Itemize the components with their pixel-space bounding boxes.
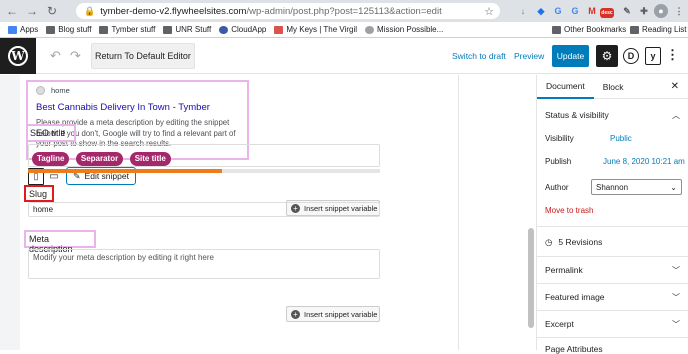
sidebar-divider bbox=[537, 337, 688, 338]
sidebar-divider bbox=[537, 310, 688, 311]
favicon-icon bbox=[36, 86, 45, 95]
wordpress-logo-button[interactable]: W bbox=[0, 37, 36, 74]
bookmark-unr-stuff[interactable]: UNR Stuff bbox=[163, 25, 211, 34]
move-to-trash-link[interactable]: Move to trash bbox=[545, 206, 593, 215]
close-icon[interactable]: ✕ bbox=[671, 81, 679, 92]
author-label: Author bbox=[545, 183, 569, 192]
folder-icon bbox=[46, 25, 56, 34]
chevron-down-icon[interactable]: ﹀ bbox=[672, 265, 680, 276]
editor-scrollbar[interactable] bbox=[528, 228, 534, 328]
meta-insert-variable-button[interactable]: + Insert snippet variable bbox=[286, 306, 380, 322]
seo-title-label: SEO title bbox=[26, 124, 76, 142]
address-bar[interactable]: 🔒 tymber-demo-v2.flywheelsites.com/wp-ad… bbox=[76, 3, 500, 19]
publish-date-link[interactable]: June 8, 2020 10:21 am bbox=[603, 157, 685, 166]
page-attributes-panel-toggle[interactable]: Page Attributes bbox=[545, 344, 603, 354]
featured-image-panel-toggle[interactable]: Featured image bbox=[545, 292, 605, 302]
folder-icon bbox=[99, 25, 109, 34]
browser-toolbar: ← → ↻ 🔒 tymber-demo-v2.flywheelsites.com… bbox=[0, 0, 688, 22]
slug-input[interactable]: home bbox=[28, 202, 380, 217]
visibility-value-link[interactable]: Public bbox=[610, 134, 632, 143]
sidebar-divider bbox=[537, 256, 688, 257]
bookmark-tymber-stuff[interactable]: Tymber stuff bbox=[99, 25, 155, 34]
google-extension-icon-2[interactable]: G bbox=[568, 4, 582, 18]
seo-title-progress-bar bbox=[28, 169, 380, 173]
seo-title-input[interactable]: Tagline Separator Site title bbox=[28, 144, 380, 167]
meta-description-input[interactable]: Modify your meta description by editing … bbox=[28, 249, 380, 279]
profile-avatar[interactable]: ● bbox=[654, 4, 668, 18]
progress-fill bbox=[28, 169, 222, 173]
cloudapp-icon bbox=[219, 25, 229, 34]
url-host: tymber-demo-v2.flywheelsites.com bbox=[100, 5, 247, 17]
bookmark-cloudapp[interactable]: CloudApp bbox=[219, 25, 266, 34]
redo-icon[interactable]: ↷ bbox=[70, 48, 81, 64]
d-plugin-icon[interactable]: D bbox=[623, 48, 639, 64]
tab-document[interactable]: Document bbox=[537, 75, 594, 99]
chrome-menu-icon[interactable]: ⋮ bbox=[672, 4, 686, 18]
puzzle-extension-icon[interactable]: ✚ bbox=[637, 4, 651, 18]
back-arrow-icon[interactable]: ← bbox=[4, 3, 20, 19]
slug-label: Slug bbox=[24, 185, 54, 202]
chevron-up-icon[interactable]: ︿ bbox=[672, 110, 680, 121]
lock-icon: 🔒 bbox=[84, 5, 96, 16]
bookmarks-bar: Apps Blog stuff Tymber stuff UNR Stuff C… bbox=[0, 22, 688, 38]
author-select[interactable]: Shannon ⌄ bbox=[591, 179, 682, 195]
desc-badge[interactable]: desc bbox=[600, 8, 614, 18]
forward-arrow-icon[interactable]: → bbox=[24, 3, 40, 19]
gmail-extension-icon[interactable]: M bbox=[585, 4, 599, 18]
folder-icon bbox=[552, 25, 561, 34]
wordpress-logo-icon: W bbox=[8, 45, 28, 66]
separator-pill[interactable]: Separator bbox=[75, 152, 124, 166]
undo-icon[interactable]: ↶ bbox=[50, 48, 61, 64]
editor-header: W ↶ ↷ Return To Default Editor Switch to… bbox=[0, 37, 688, 74]
more-options-icon[interactable]: ⋮ bbox=[666, 48, 679, 62]
bookmark-my-keys[interactable]: My Keys | The Virgil bbox=[274, 25, 357, 34]
revisions-link[interactable]: ◷ 5 Revisions bbox=[545, 237, 602, 248]
shield-extension-icon[interactable]: ◆ bbox=[534, 4, 548, 18]
url-path: /wp-admin/post.php?post=125113&action=ed… bbox=[246, 5, 442, 17]
eyedropper-extension-icon[interactable]: ✎ bbox=[620, 4, 634, 18]
sidebar-tabs: Document Block ✕ bbox=[537, 75, 688, 99]
snippet-breadcrumb: home bbox=[51, 86, 70, 95]
tab-block[interactable]: Block bbox=[594, 75, 633, 99]
preview-link[interactable]: Preview bbox=[514, 51, 544, 61]
google-extension-icon[interactable]: G bbox=[551, 4, 565, 18]
sidebar-divider bbox=[537, 226, 688, 227]
chevron-down-icon[interactable]: ﹀ bbox=[672, 319, 680, 330]
site-title-pill[interactable]: Site title bbox=[129, 152, 171, 166]
revisions-clock-icon: ◷ bbox=[545, 237, 553, 247]
switch-to-draft-link[interactable]: Switch to draft bbox=[452, 51, 506, 61]
other-bookmarks[interactable]: Other Bookmarks bbox=[552, 25, 626, 34]
chevron-down-icon[interactable]: ﹀ bbox=[672, 292, 680, 303]
folder-icon bbox=[163, 25, 173, 34]
globe-icon bbox=[365, 25, 375, 34]
bookmark-apps[interactable]: Apps bbox=[8, 25, 38, 34]
bookmark-star-icon[interactable]: ☆ bbox=[484, 5, 494, 18]
bookmark-mission-possible[interactable]: Mission Possible... bbox=[365, 25, 443, 34]
bookmark-blog-stuff[interactable]: Blog stuff bbox=[46, 25, 91, 34]
excerpt-panel-toggle[interactable]: Excerpt bbox=[545, 319, 574, 329]
apps-grid-icon bbox=[8, 25, 17, 34]
yoast-icon[interactable]: y bbox=[645, 47, 661, 65]
reload-icon[interactable]: ↻ bbox=[44, 3, 60, 19]
return-to-default-editor-button[interactable]: Return To Default Editor bbox=[91, 43, 195, 69]
reading-list[interactable]: Reading List bbox=[630, 25, 686, 34]
editor-divider bbox=[458, 75, 459, 350]
plus-circle-icon: + bbox=[291, 309, 300, 319]
reading-list-icon bbox=[630, 25, 639, 34]
download-extension-icon[interactable]: ↓ bbox=[516, 4, 530, 18]
permalink-panel-toggle[interactable]: Permalink bbox=[545, 265, 583, 275]
snippet-title: Best Cannabis Delivery In Town - Tymber bbox=[36, 102, 210, 113]
publish-label: Publish bbox=[545, 157, 572, 166]
editor-gutter bbox=[0, 75, 20, 350]
settings-gear-icon[interactable]: ⚙ bbox=[596, 45, 618, 67]
visibility-label: Visibility bbox=[545, 134, 574, 143]
tagline-pill[interactable]: Tagline bbox=[32, 152, 70, 166]
status-visibility-heading[interactable]: Status & visibility bbox=[545, 110, 609, 120]
meta-description-label: Meta description bbox=[24, 230, 96, 254]
chevron-down-icon: ⌄ bbox=[670, 182, 677, 192]
sidebar-divider bbox=[537, 283, 688, 284]
keys-icon bbox=[274, 25, 284, 34]
update-button[interactable]: Update bbox=[552, 45, 589, 67]
